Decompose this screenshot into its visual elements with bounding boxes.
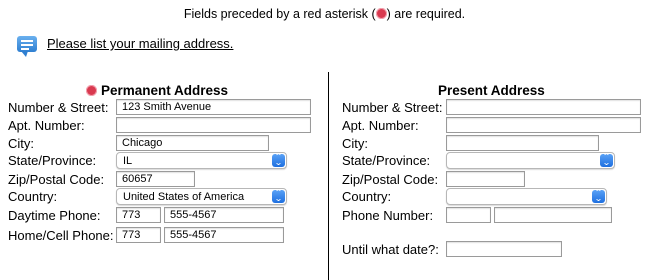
chevron-up-down-icon: ⌃ ⌄ [272,189,285,203]
pres-zip-input[interactable] [446,171,525,187]
pres-phone-area-input[interactable] [446,207,491,223]
pres-state-label: State/Province: [342,153,431,168]
chevron-up-down-icon: ⌃ ⌄ [592,189,605,203]
perm-country-value: United States of America [123,191,245,203]
perm-apt-input[interactable] [116,117,311,133]
pres-city-input[interactable] [446,135,599,151]
red-asterisk-icon [375,8,387,19]
perm-day-phone-label: Daytime Phone: [8,208,101,223]
perm-country-select[interactable]: United States of America ⌃ ⌄ [116,188,287,205]
pres-street-input[interactable] [446,99,641,115]
pres-country-select[interactable]: ⌃ ⌄ [446,188,607,205]
pres-until-input[interactable] [446,241,562,257]
notice-text-before: Fields preceded by a red asterisk ( [183,7,376,21]
pres-until-label: Until what date?: [342,242,439,257]
pres-country-label: Country: [342,189,392,204]
perm-zip-label: Zip/Postal Code: [8,172,105,187]
perm-state-select[interactable]: IL ⌃ ⌄ [116,152,287,169]
perm-state-value: IL [123,155,133,167]
permanent-address-title: Permanent Address [86,83,228,98]
perm-street-input[interactable]: 123 Smith Avenue [116,99,311,115]
perm-city-label: City: [8,136,34,151]
mailing-address-help-link[interactable]: Please list your mailing address. [47,36,233,51]
perm-city-input[interactable]: Chicago [116,135,269,151]
column-divider [328,72,329,280]
pres-state-select[interactable]: ⌃ ⌄ [446,152,615,169]
notice-text-after: ) are required. [386,7,466,21]
chevron-up-down-icon: ⌃ ⌄ [600,153,613,167]
perm-street-label: Number & Street: [8,100,109,115]
pres-street-label: Number & Street: [342,100,443,115]
pres-phone-number-input[interactable] [494,207,612,223]
present-address-title: Present Address [438,83,545,98]
pres-zip-label: Zip/Postal Code: [342,172,439,187]
perm-day-number-input[interactable]: 555-4567 [164,207,284,223]
red-asterisk-icon [86,85,97,96]
perm-apt-label: Apt. Number: [8,118,85,133]
speech-bubble-icon [17,36,37,57]
perm-zip-input[interactable]: 60657 [116,171,195,187]
chevron-up-down-icon: ⌃ ⌄ [272,153,285,167]
pres-phone-label: Phone Number: [342,208,434,223]
perm-country-label: Country: [8,189,58,204]
perm-cell-number-input[interactable]: 555-4567 [164,227,284,243]
perm-cell-area-input[interactable]: 773 [116,227,161,243]
perm-cell-phone-label: Home/Cell Phone: [8,228,114,243]
perm-state-label: State/Province: [8,153,97,168]
perm-day-area-input[interactable]: 773 [116,207,161,223]
permanent-address-title-text: Permanent Address [101,83,229,98]
pres-apt-label: Apt. Number: [342,118,419,133]
pres-apt-input[interactable] [446,117,641,133]
required-fields-notice: Fields preceded by a red asterisk ( ) are… [0,7,649,21]
pres-city-label: City: [342,136,368,151]
